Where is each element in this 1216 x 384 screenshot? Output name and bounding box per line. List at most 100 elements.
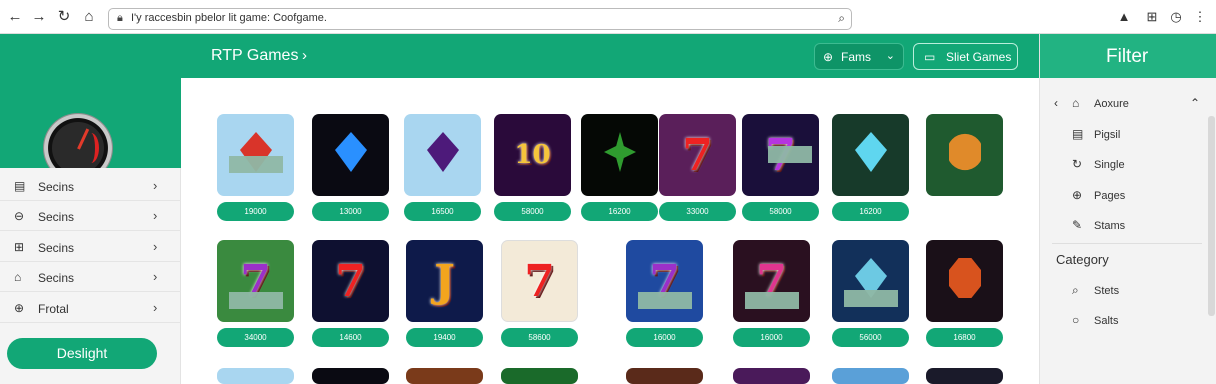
game-tile[interactable] — [926, 368, 1003, 384]
sidebar-item-secins-4[interactable]: ⌂ Secins › — [0, 262, 181, 292]
game-tile[interactable] — [926, 240, 1003, 322]
game-tile[interactable] — [404, 114, 481, 196]
filter-item-pigsil[interactable]: Pigsil — [1094, 129, 1120, 141]
rtp-badge: 16200 — [581, 202, 658, 221]
farms-dropdown[interactable]: ⊕ Fams ⌄ — [814, 43, 904, 70]
farm-icon: ⊕ — [823, 50, 834, 64]
sidebar-item-label: Secins — [38, 241, 75, 255]
document-icon: ▤ — [1072, 127, 1084, 141]
game-tile[interactable] — [626, 368, 703, 384]
rtp-badge: 14600 — [312, 328, 389, 347]
game-tile[interactable] — [312, 368, 389, 384]
game-tile[interactable] — [832, 114, 909, 196]
farms-label: Fams — [841, 50, 871, 64]
game-tile[interactable] — [581, 114, 658, 196]
game-tile[interactable]: J — [406, 240, 483, 322]
game-tile[interactable]: 7 — [217, 240, 294, 322]
game-tile[interactable] — [312, 114, 389, 196]
deslight-button[interactable]: Deslight — [7, 338, 157, 369]
chat-icon: ⊖ — [14, 209, 25, 223]
sidebar-item-secins-1[interactable]: ▤ Secins › — [0, 171, 181, 201]
rtp-badge: 16000 — [733, 328, 810, 347]
filter-panel: Filter ‹ ⌂ Aoxure ⌃ ▤ Pigsil ↻ Single ⊕ … — [1039, 34, 1216, 384]
grid-icon: ⊞ — [14, 240, 25, 254]
slots-icon: ▭ — [924, 50, 936, 64]
header-bar — [0, 34, 1216, 78]
game-tile[interactable] — [832, 368, 909, 384]
category-item-salts[interactable]: Salts — [1094, 315, 1118, 327]
game-tile[interactable]: 7 — [501, 240, 578, 322]
game-tile[interactable] — [733, 368, 810, 384]
reload-icon[interactable]: ↻ — [55, 8, 73, 26]
globe-icon: ⊕ — [1072, 188, 1083, 202]
search-icon[interactable]: ⌕ — [838, 11, 845, 26]
refresh-icon: ↻ — [1072, 157, 1083, 171]
clock-icon[interactable]: ◷ — [1168, 9, 1184, 25]
filter-title: Filter — [1106, 46, 1149, 67]
sidebar-item-frotal[interactable]: ⊕ Frotal › — [0, 293, 181, 323]
menu-icon[interactable]: ⋮ — [1192, 9, 1208, 25]
game-tile[interactable] — [406, 368, 483, 384]
filter-item-aoxure[interactable]: Aoxure — [1094, 98, 1129, 110]
game-tile[interactable] — [501, 368, 578, 384]
chevron-up-icon[interactable]: ⌃ — [1190, 96, 1200, 110]
extensions-icon[interactable]: ⊞ — [1144, 9, 1160, 25]
search-icon: ⌕ — [1072, 283, 1079, 297]
circle-icon: ○ — [1072, 313, 1080, 327]
chevron-right-icon: › — [153, 178, 158, 193]
home-icon: ⌂ — [1072, 96, 1080, 110]
sidebar-item-secins-2[interactable]: ⊖ Secins › — [0, 201, 181, 231]
address-bar[interactable]: 🔒︎ I'y raccesbin pbelor lit game: Coofga… — [108, 8, 852, 30]
chevron-right-icon: › — [153, 269, 158, 284]
rtp-badge: 19000 — [217, 202, 294, 221]
game-tile[interactable] — [217, 114, 294, 196]
sidebar-item-label: Secins — [38, 180, 75, 194]
game-tile[interactable]: 7 — [312, 240, 389, 322]
rtp-badge: 19400 — [406, 328, 483, 347]
rtp-badge: 56000 — [832, 328, 909, 347]
game-tile[interactable] — [926, 114, 1003, 196]
rtp-badge: 34000 — [217, 328, 294, 347]
chevron-down-icon: ⌄ — [885, 50, 895, 62]
filter-item-pages[interactable]: Pages — [1094, 190, 1125, 202]
filter-item-single[interactable]: Single — [1094, 159, 1125, 171]
url-text: I'y raccesbin pbelor lit game: Coofgame. — [131, 12, 327, 24]
game-tile[interactable]: 7 — [659, 114, 736, 196]
sidebar-item-label: Secins — [38, 210, 75, 224]
list-icon: ▤ — [14, 179, 26, 193]
pencil-icon: ✎ — [1072, 218, 1083, 232]
category-item-stets[interactable]: Stets — [1094, 285, 1119, 297]
page-title: RTP Games — [211, 47, 299, 64]
filter-item-stams[interactable]: Stams — [1094, 220, 1125, 232]
filter-header: Filter — [1040, 34, 1216, 78]
game-tile[interactable]: 7 — [742, 114, 819, 196]
rtp-badge: 13000 — [312, 202, 389, 221]
game-tile[interactable]: 7 — [626, 240, 703, 322]
game-tile[interactable] — [832, 240, 909, 322]
rtp-badge: 33000 — [659, 202, 736, 221]
sidebar-item-secins-3[interactable]: ⊞ Secins › — [0, 232, 181, 262]
sidebar-item-label: Frotal — [38, 302, 69, 316]
rtp-badge: 16800 — [926, 328, 1003, 347]
home-icon[interactable]: ⌂ — [80, 8, 98, 26]
chevron-right-icon: › — [153, 300, 158, 315]
chevron-right-icon: › — [153, 208, 158, 223]
sidebar-item-label: Secins — [38, 271, 75, 285]
filter-scrollbar[interactable] — [1208, 116, 1215, 316]
back-icon[interactable]: ← — [6, 8, 24, 26]
game-tile[interactable]: 10 — [494, 114, 571, 196]
chevron-right-icon[interactable]: › — [302, 47, 307, 64]
forward-icon[interactable]: → — [30, 8, 48, 26]
rtp-badge: 58000 — [494, 202, 571, 221]
category-heading: Category — [1056, 252, 1109, 267]
slot-games-button[interactable]: ▭ Sliet Games — [913, 43, 1018, 70]
game-tile[interactable] — [217, 368, 294, 384]
chevron-left-icon[interactable]: ‹ — [1054, 96, 1058, 110]
rtp-badge: 16200 — [832, 202, 909, 221]
lock-icon[interactable]: ▲ — [1116, 9, 1132, 25]
game-tile[interactable]: 7 — [733, 240, 810, 322]
rtp-badge: 58000 — [742, 202, 819, 221]
browser-toolbar: ← → ↻ ⌂ 🔒︎ I'y raccesbin pbelor lit game… — [0, 0, 1216, 34]
slot-games-label: Sliet Games — [946, 50, 1012, 64]
chevron-right-icon: › — [153, 239, 158, 254]
